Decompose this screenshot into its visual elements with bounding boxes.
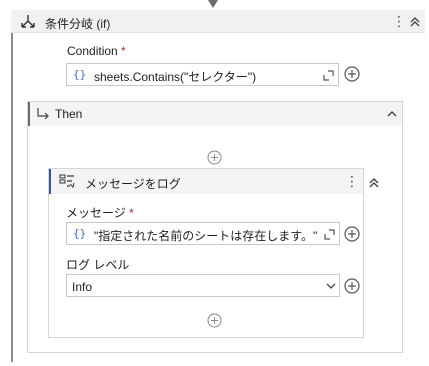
- add-activity-icon[interactable]: [207, 150, 222, 165]
- add-activity-icon[interactable]: [207, 313, 222, 328]
- log-message-header[interactable]: メッセージをログ ⋮: [49, 169, 363, 194]
- chevron-up-icon[interactable]: [386, 108, 398, 120]
- then-branch-container: Then メッセージをログ ⋮ メッセージ * {} "指定された名前のシートは…: [27, 101, 403, 353]
- condition-label: Condition *: [67, 44, 126, 58]
- log-level-select[interactable]: Info: [66, 274, 340, 297]
- if-left-rail: [11, 10, 13, 362]
- message-value: "指定された名前のシートは存在します。": [94, 229, 318, 243]
- message-field[interactable]: {} "指定された名前のシートは存在します。": [66, 222, 340, 245]
- chevron-down-icon[interactable]: [326, 283, 336, 290]
- if-activity-header[interactable]: 条件分岐 (if) ⋮: [11, 10, 425, 33]
- log-level-label: ログ レベル: [66, 258, 130, 272]
- expression-brace-icon: {}: [73, 68, 87, 81]
- expand-icon[interactable]: [323, 70, 334, 81]
- collapse-icon[interactable]: [367, 176, 381, 190]
- kebab-icon[interactable]: ⋮: [392, 13, 406, 29]
- log-message-title: メッセージをログ: [85, 177, 181, 191]
- required-mark: *: [129, 206, 134, 220]
- kebab-icon[interactable]: ⋮: [345, 173, 359, 189]
- if-activity-title: 条件分岐 (if): [45, 17, 111, 31]
- then-branch-header[interactable]: Then: [28, 102, 402, 126]
- log-message-icon: [59, 174, 75, 188]
- message-label: メッセージ *: [66, 206, 134, 220]
- flow-arrow-icon: [208, 0, 218, 8]
- message-plus-circle-icon[interactable]: [344, 226, 360, 242]
- if-branch-icon: [21, 15, 35, 28]
- condition-field[interactable]: {} sheets.Contains("セレクター"): [66, 63, 339, 86]
- expand-icon[interactable]: [324, 229, 335, 240]
- condition-value: sheets.Contains("セレクター"): [94, 70, 257, 84]
- required-mark: *: [121, 44, 126, 58]
- expression-brace-icon: {}: [73, 227, 87, 240]
- then-title: Then: [55, 107, 83, 121]
- log-message-activity: メッセージをログ ⋮ メッセージ * {} "指定された名前のシートは存在します…: [48, 168, 379, 338]
- then-arrow-icon: [37, 108, 49, 120]
- log-level-value: Info: [72, 280, 93, 294]
- collapse-icon[interactable]: [408, 15, 422, 29]
- log-level-plus-circle-icon[interactable]: [344, 278, 360, 294]
- condition-plus-circle-icon[interactable]: [344, 66, 360, 82]
